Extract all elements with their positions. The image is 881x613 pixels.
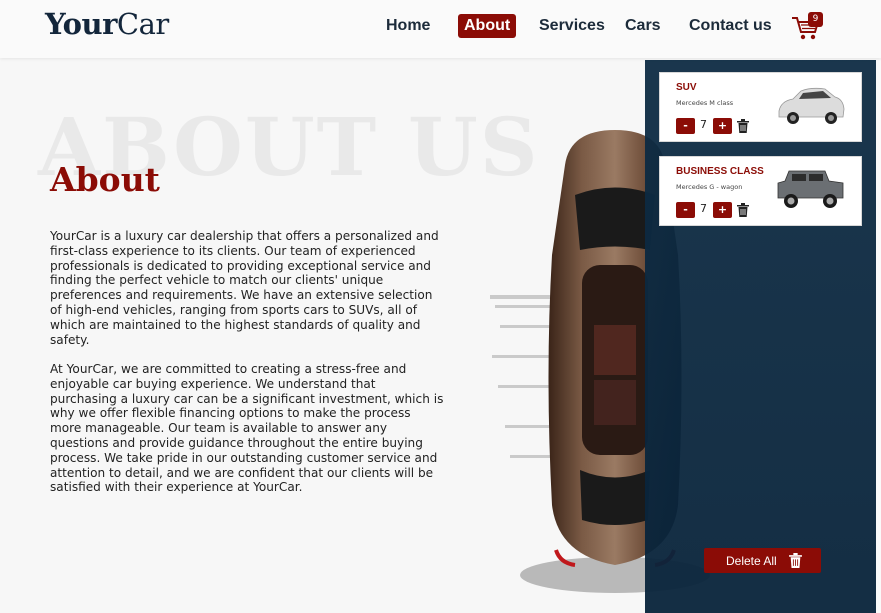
trash-icon[interactable] <box>737 119 749 133</box>
trash-icon <box>789 553 802 568</box>
page-edge <box>876 60 881 613</box>
trash-icon[interactable] <box>737 203 749 217</box>
about-paragraph-2: At YourCar, we are committed to creating… <box>50 362 444 495</box>
increase-quantity-button[interactable]: + <box>713 202 732 218</box>
nav-home[interactable]: Home <box>380 14 436 38</box>
about-paragraph-1: YourCar is a luxury car dealership that … <box>50 229 439 347</box>
cart-item-category: SUV <box>676 82 697 93</box>
brand-bold: Your <box>45 7 117 41</box>
decrease-quantity-button[interactable]: - <box>676 118 695 134</box>
cart-count-badge: 9 <box>808 12 823 27</box>
brand-light: Car <box>116 7 169 41</box>
nav-contact[interactable]: Contact us <box>683 14 778 38</box>
delete-all-label: Delete All <box>726 554 777 568</box>
cart-side-panel <box>645 60 876 613</box>
increase-quantity-button[interactable]: + <box>713 118 732 134</box>
gwagon-car-image <box>777 170 844 208</box>
cart-item-card: BUSINESS CLASS Mercedes G - wagon - 7 + <box>659 156 862 226</box>
cart-item-category: BUSINESS CLASS <box>676 166 764 177</box>
page-title: About <box>50 160 160 199</box>
nav-cars[interactable]: Cars <box>619 14 667 38</box>
cart-item-model: Mercedes G - wagon <box>676 183 743 191</box>
cart-item-card: SUV Mercedes M class - 7 + <box>659 72 862 142</box>
decrease-quantity-button[interactable]: - <box>676 202 695 218</box>
delete-all-button[interactable]: Delete All <box>704 548 821 573</box>
suv-car-image <box>778 87 845 124</box>
site-header: YourCar Home About Services Cars Contact… <box>0 0 881 58</box>
cart-item-quantity: 7 <box>700 118 707 131</box>
nav-about[interactable]: About <box>458 14 517 38</box>
cart-item-quantity: 7 <box>700 202 707 215</box>
nav-services[interactable]: Services <box>533 14 611 38</box>
cart-item-model: Mercedes M class <box>676 99 734 107</box>
brand-logo[interactable]: YourCar <box>45 7 169 41</box>
